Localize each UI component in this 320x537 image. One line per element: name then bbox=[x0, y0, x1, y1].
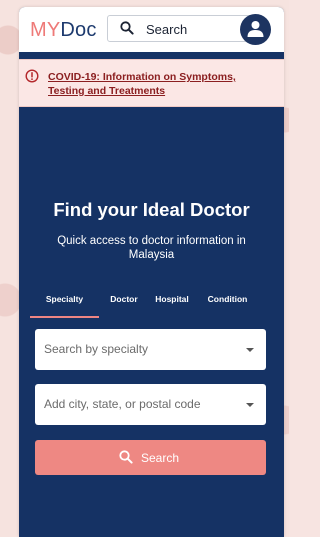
search-icon bbox=[119, 450, 133, 469]
user-account-button[interactable] bbox=[240, 14, 271, 45]
top-header: MYDoc Search bbox=[19, 7, 284, 52]
alert-circle-icon bbox=[25, 69, 39, 88]
specialty-placeholder: Search by specialty bbox=[44, 342, 149, 356]
tab-hospital[interactable]: Hospital bbox=[149, 294, 195, 304]
tab-doctor[interactable]: Doctor bbox=[103, 294, 145, 304]
hero-title: Find your Ideal Doctor bbox=[53, 199, 250, 220]
covid-info-link[interactable]: COVID-19: Information on Symptoms, Testi… bbox=[48, 70, 268, 98]
tab-specialty[interactable]: Specialty bbox=[30, 294, 99, 304]
search-submit-label: Search bbox=[141, 451, 180, 465]
covid-alert-banner: COVID-19: Information on Symptoms, Testi… bbox=[19, 59, 284, 107]
location-select[interactable]: Add city, state, or postal code bbox=[35, 384, 266, 425]
header-search-label: Search bbox=[146, 22, 188, 37]
header-search-button[interactable]: Search bbox=[107, 15, 258, 42]
mydoc-logo[interactable]: MYDoc bbox=[30, 19, 97, 42]
chevron-down-icon bbox=[246, 348, 254, 352]
tab-condition[interactable]: Condition bbox=[201, 294, 254, 304]
logo-doc-text: Doc bbox=[60, 19, 97, 41]
specialty-select[interactable]: Search by specialty bbox=[35, 329, 266, 370]
main-card: MYDoc Search COVID-19: Information on Sy… bbox=[19, 7, 284, 537]
logo-my-text: MY bbox=[30, 19, 61, 41]
active-tab-indicator bbox=[30, 316, 99, 318]
location-placeholder: Add city, state, or postal code bbox=[44, 397, 201, 411]
hero-subtitle: Quick access to doctor information in Ma… bbox=[57, 235, 246, 261]
user-icon bbox=[247, 21, 264, 37]
search-submit-button[interactable]: Search bbox=[35, 440, 266, 475]
search-tabs: Specialty Doctor Hospital Condition bbox=[19, 294, 284, 319]
chevron-down-icon bbox=[246, 403, 254, 407]
search-icon bbox=[120, 21, 134, 40]
